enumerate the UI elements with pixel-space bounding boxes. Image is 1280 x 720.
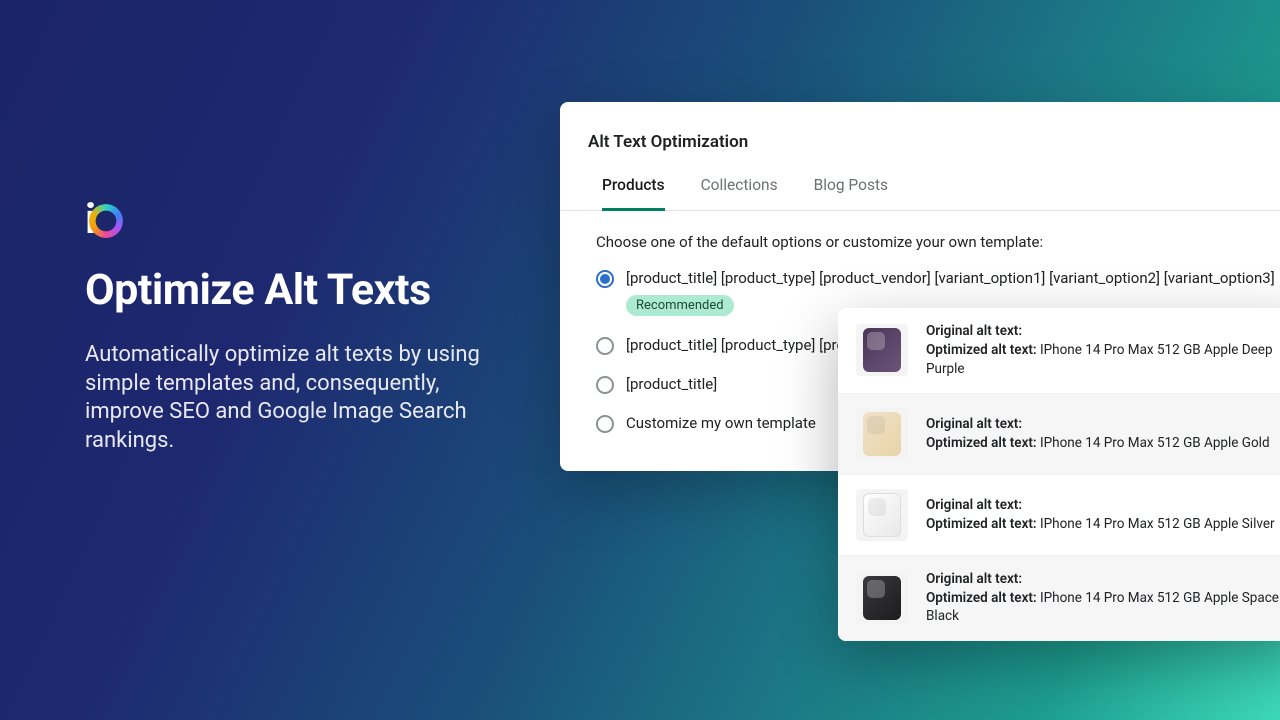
template-prompt: Choose one of the default options or cus… xyxy=(560,211,1280,269)
tabs: Products Collections Blog Posts xyxy=(560,152,1280,211)
radio-icon[interactable] xyxy=(596,337,614,355)
optimized-alt-label: Optimized alt text: xyxy=(926,516,1040,532)
optimized-alt-label: Optimized alt text: xyxy=(926,342,1040,358)
optimized-alt-value: IPhone 14 Pro Max 512 GB Apple Gold xyxy=(1040,435,1270,451)
phone-icon xyxy=(863,412,901,456)
hero-panel: i Optimize Alt Texts Automatically optim… xyxy=(85,195,505,455)
original-alt-label: Original alt text: xyxy=(926,497,1022,513)
preview-text: Original alt text: Optimized alt text: IP… xyxy=(926,496,1275,534)
logo: i xyxy=(85,195,141,243)
recommended-badge: Recommended xyxy=(626,295,734,316)
phone-icon xyxy=(863,576,901,620)
preview-row: Original alt text: Optimized alt text: IP… xyxy=(838,394,1280,475)
original-alt-label: Original alt text: xyxy=(926,571,1022,587)
phone-icon xyxy=(863,328,901,372)
tab-products[interactable]: Products xyxy=(602,176,665,211)
tab-collections[interactable]: Collections xyxy=(701,176,778,211)
tab-blog-posts[interactable]: Blog Posts xyxy=(814,176,888,211)
hero-description: Automatically optimize alt texts by usin… xyxy=(85,341,505,455)
preview-text: Original alt text:Optimized alt text: IP… xyxy=(926,570,1280,627)
preview-row: Original alt text:Optimized alt text: IP… xyxy=(838,308,1280,394)
option-label: Customize my own template xyxy=(626,414,816,432)
option-label: [product_title] [product_type] [product_… xyxy=(626,269,1275,287)
radio-icon[interactable] xyxy=(596,415,614,433)
preview-text: Original alt text:Optimized alt text: IP… xyxy=(926,322,1280,379)
option-body: [product_title] xyxy=(626,375,717,393)
optimized-alt-value: IPhone 14 Pro Max 512 GB Apple Silver xyxy=(1040,516,1275,532)
preview-panel: Original alt text: Optimized alt text: IP… xyxy=(838,308,1280,641)
option-label: [product_title] xyxy=(626,375,717,393)
product-thumbnail xyxy=(856,572,908,624)
product-thumbnail xyxy=(856,489,908,541)
optimized-alt-label: Optimized alt text: xyxy=(926,590,1040,606)
card-title: Alt Text Optimization xyxy=(560,126,1280,152)
optimized-alt-label: Optimized alt text: xyxy=(926,435,1040,451)
original-alt-label: Original alt text: xyxy=(926,323,1022,339)
logo-swirl-icon xyxy=(89,204,123,238)
radio-icon[interactable] xyxy=(596,270,614,288)
product-thumbnail xyxy=(856,408,908,460)
hero-headline: Optimize Alt Texts xyxy=(85,265,505,315)
original-alt-label: Original alt text: xyxy=(926,416,1022,432)
phone-icon xyxy=(863,493,901,537)
preview-row: Original alt text:Optimized alt text: IP… xyxy=(838,556,1280,642)
product-thumbnail xyxy=(856,324,908,376)
radio-icon[interactable] xyxy=(596,376,614,394)
option-body: Customize my own template xyxy=(626,414,816,432)
preview-row: Original alt text: Optimized alt text: IP… xyxy=(838,475,1280,556)
preview-text: Original alt text: Optimized alt text: IP… xyxy=(926,415,1270,453)
